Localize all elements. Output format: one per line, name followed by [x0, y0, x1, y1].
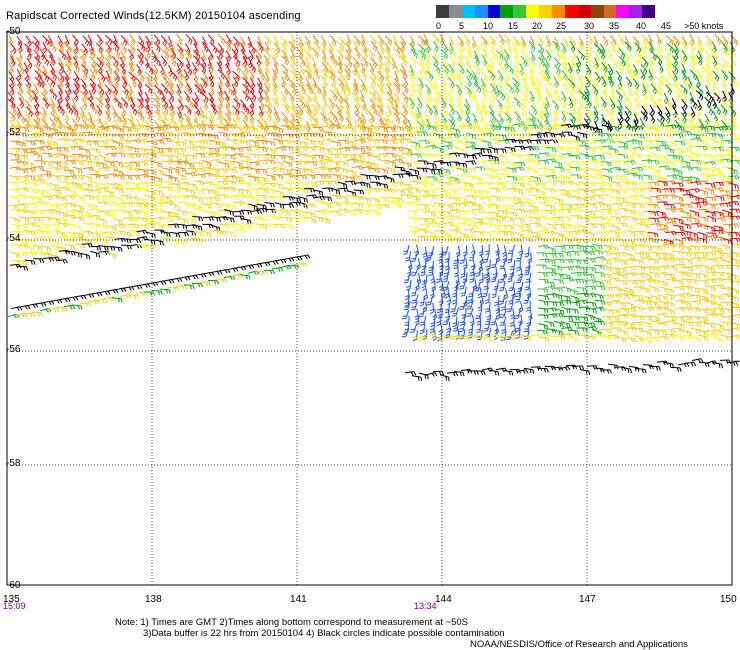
- lon-label-150: 150: [720, 594, 737, 605]
- lon-label-144: 144: [435, 594, 452, 605]
- lat-label-54: -54: [6, 233, 21, 244]
- note-line-2: 3)Data buffer is 22 hrs from 20150104 4)…: [143, 628, 505, 639]
- lat-label-60: -60: [6, 580, 21, 591]
- lat-label-52: -52: [6, 127, 21, 138]
- note-line-3: NOAA/NESDIS/Office of Research and Appli…: [470, 639, 688, 650]
- lon-label-141: 141: [290, 594, 307, 605]
- note-line-1: Note: 1) Times are GMT 2)Times along bot…: [115, 617, 468, 628]
- time-label-east: 13:34: [414, 601, 437, 611]
- lon-label-147: 147: [579, 594, 596, 605]
- wind-barbs: [7, 33, 740, 382]
- lat-label-58: -58: [6, 458, 21, 469]
- time-label-west: 15:09: [3, 601, 26, 611]
- lon-label-138: 138: [145, 594, 162, 605]
- wind-map-plot: [6, 31, 740, 586]
- lat-label-50: -50: [6, 26, 21, 37]
- lat-label-56: -56: [6, 344, 21, 355]
